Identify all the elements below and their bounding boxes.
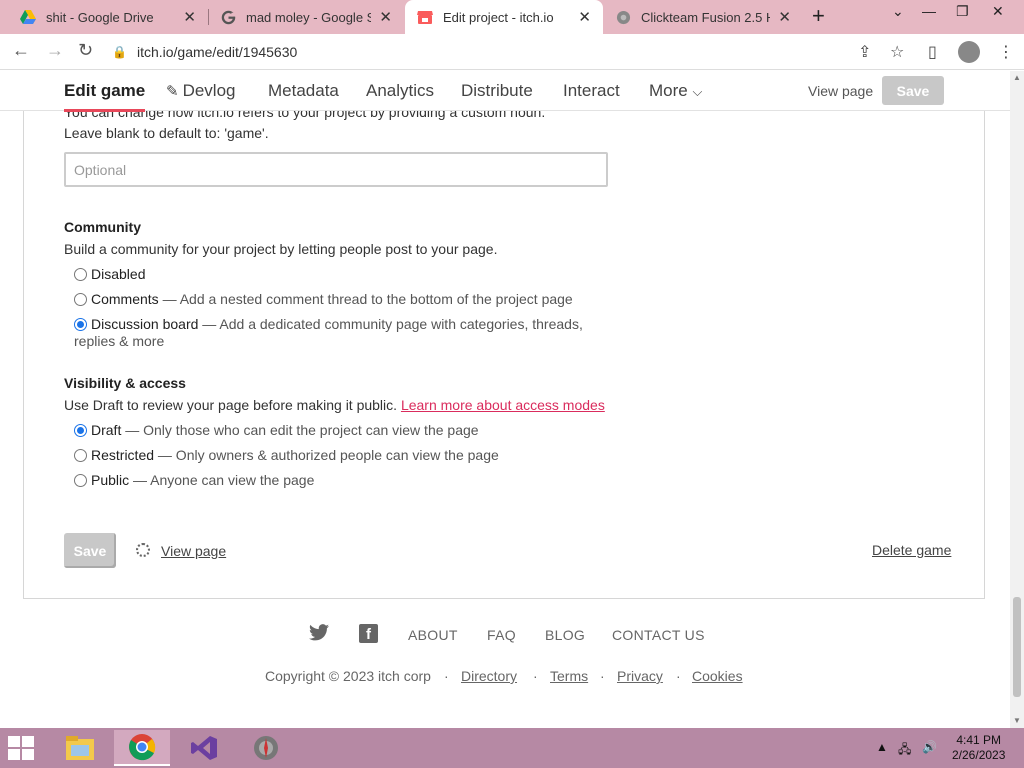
page-scrollbar[interactable]: ▲ ▼ [1010,71,1024,728]
bookmark-star-icon[interactable]: ☆ [890,42,904,62]
tab-devlog[interactable]: ✎ Devlog [166,81,236,101]
visibility-draft-radio[interactable] [74,424,87,437]
visibility-public-radio[interactable] [74,474,87,487]
view-page-link-bottom[interactable]: View page [161,543,226,559]
community-comments-radio[interactable] [74,293,87,306]
visibility-description: Use Draft to review your page before mak… [64,397,605,413]
clickteam-fusion-icon[interactable] [238,730,294,766]
new-tab-plus-icon[interactable]: + [812,3,825,29]
tab-edit-game[interactable]: Edit game [64,81,146,112]
browser-tab-itchio[interactable]: Edit project - itch.io ✕ [405,0,603,34]
community-discussion-label[interactable]: Discussion board — Add a dedicated commu… [91,316,583,333]
scroll-up-arrow-icon[interactable]: ▲ [1013,73,1021,82]
chevron-down-icon: ⌵ [692,84,703,99]
footer-separator: · [676,668,681,684]
url-text: itch.io/game/edit/1945630 [136,44,298,60]
lock-icon: 🔒 [112,45,127,59]
loading-spinner-icon [136,543,150,557]
tab-metadata[interactable]: Metadata [268,81,339,101]
clock-date: 2/26/2023 [952,748,1006,762]
windows-start-icon[interactable] [8,736,34,760]
view-page-link[interactable]: View page [808,83,873,99]
page-viewport: Edit game ✎ Devlog Metadata Analytics Dis… [0,71,1010,728]
menu-kebab-icon[interactable]: ⋮ [998,42,1014,62]
community-discussion-label-cont: replies & more [74,333,165,349]
taskbar-clock[interactable]: 4:41 PM 2/26/2023 [952,733,1005,763]
footer-separator: · [444,668,449,684]
facebook-icon[interactable]: f [359,624,378,643]
tab-distribute[interactable]: Distribute [461,81,533,101]
tab-more[interactable]: More ⌵ [649,81,702,101]
community-heading: Community [64,219,141,235]
community-disabled-label[interactable]: Disabled [91,266,145,283]
browser-tab-clickteam[interactable]: Clickteam Fusion 2.5 HT ✕ [603,0,803,34]
google-drive-icon [20,9,36,25]
file-explorer-icon[interactable] [52,730,108,766]
restore-icon[interactable]: ❐ [956,3,969,20]
footer-separator: · [533,668,538,684]
footer-blog-link[interactable]: BLOG [545,627,585,643]
scroll-down-arrow-icon[interactable]: ▼ [1013,716,1021,725]
edit-pencil-icon: ✎ [166,83,179,100]
clock-time: 4:41 PM [956,733,1002,747]
minimize-icon[interactable]: — [922,3,936,19]
share-icon[interactable]: ⇪ [858,42,871,62]
visibility-public-label[interactable]: Public — Anyone can view the page [91,472,314,489]
noun-default-hint: Leave blank to default to: 'game'. [64,125,269,141]
close-icon[interactable]: ✕ [578,8,591,26]
footer-terms-link[interactable]: Terms [550,668,588,684]
side-panel-icon[interactable]: ▯ [928,42,937,62]
visibility-draft-label[interactable]: Draft — Only those who can edit the proj… [91,422,479,439]
edit-game-nav: Edit game ✎ Devlog Metadata Analytics Dis… [0,71,1010,112]
twitter-icon[interactable] [309,624,329,646]
visibility-restricted-radio[interactable] [74,449,87,462]
network-icon[interactable]: 🖧 [898,740,911,761]
itchio-icon [417,9,433,25]
reload-icon[interactable]: ↻ [78,40,93,61]
chrome-icon[interactable] [114,730,170,766]
visibility-restricted-label[interactable]: Restricted — Only owners & authorized pe… [91,447,499,464]
community-comments-label[interactable]: Comments — Add a nested comment thread t… [91,291,573,308]
footer-separator: · [600,668,605,684]
footer-about-link[interactable]: ABOUT [408,627,458,643]
volume-icon[interactable]: 🔊 [922,740,937,754]
access-modes-link[interactable]: Learn more about access modes [401,397,605,413]
google-icon [220,9,236,25]
tab-search-chevron-icon[interactable]: ⌄ [892,3,904,20]
footer-privacy-link[interactable]: Privacy [617,668,663,684]
tab-analytics[interactable]: Analytics [366,81,434,101]
browser-tab-drive[interactable]: shit - Google Drive ✕ [8,0,208,34]
close-icon[interactable]: ✕ [778,8,791,26]
visibility-heading: Visibility & access [64,375,186,391]
scrollbar-thumb[interactable] [1013,597,1021,697]
close-icon[interactable]: ✕ [183,8,196,26]
edit-form-card [23,71,985,599]
close-icon[interactable]: ✕ [379,8,392,26]
delete-game-link[interactable]: Delete game [872,542,951,558]
browser-tab-google-search[interactable]: mad moley - Google Sea ✕ [208,0,404,34]
browser-tab-strip: shit - Google Drive ✕ mad moley - Google… [0,0,1024,34]
profile-avatar-icon[interactable] [958,41,980,63]
copyright-text: Copyright © 2023 itch corp [265,668,431,684]
browser-toolbar: ← → ↻ 🔒 itch.io/game/edit/1945630 ⇪ ☆ ▯ … [0,34,1024,70]
windows-taskbar: ▲ 🖧 🔊 4:41 PM 2/26/2023 [0,728,1024,768]
community-description: Build a community for your project by le… [64,241,498,257]
address-bar[interactable]: 🔒 itch.io/game/edit/1945630 [112,39,912,65]
save-button[interactable]: Save [882,76,944,105]
footer-faq-link[interactable]: FAQ [487,627,516,643]
forward-arrow-icon[interactable]: → [46,40,64,61]
visual-studio-icon[interactable] [176,730,232,766]
clickteam-icon [615,9,631,25]
community-disabled-radio[interactable] [74,268,87,281]
tray-chevron-up-icon[interactable]: ▲ [876,740,888,754]
community-discussion-radio[interactable] [74,318,87,331]
back-arrow-icon[interactable]: ← [12,40,30,61]
custom-noun-input[interactable]: Optional [64,152,608,187]
footer-contact-link[interactable]: CONTACT US [612,627,705,643]
window-close-icon[interactable]: ✕ [992,3,1004,20]
footer-cookies-link[interactable]: Cookies [692,668,743,684]
footer-directory-link[interactable]: Directory [461,668,517,684]
save-button-bottom[interactable]: Save [64,533,116,568]
tab-interact[interactable]: Interact [563,81,620,101]
